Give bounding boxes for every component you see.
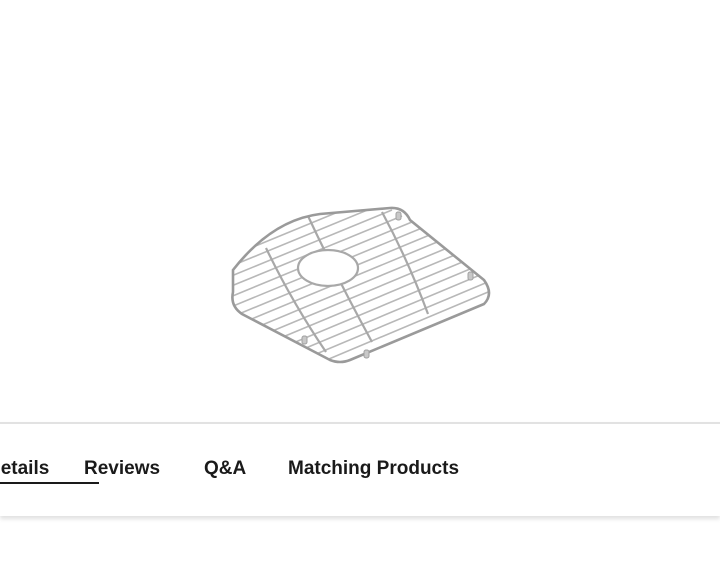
sink-grid-rack-image <box>231 206 491 364</box>
product-tab-bar: Details Reviews Q&A Matching Products <box>0 422 720 516</box>
tab-reviews[interactable]: Reviews <box>84 458 160 480</box>
product-image-area <box>0 0 720 420</box>
tab-matching-products[interactable]: Matching Products <box>288 458 459 480</box>
active-tab-underline <box>0 482 99 484</box>
tab-qa[interactable]: Q&A <box>204 458 246 480</box>
tab-details[interactable]: Details <box>0 458 49 480</box>
